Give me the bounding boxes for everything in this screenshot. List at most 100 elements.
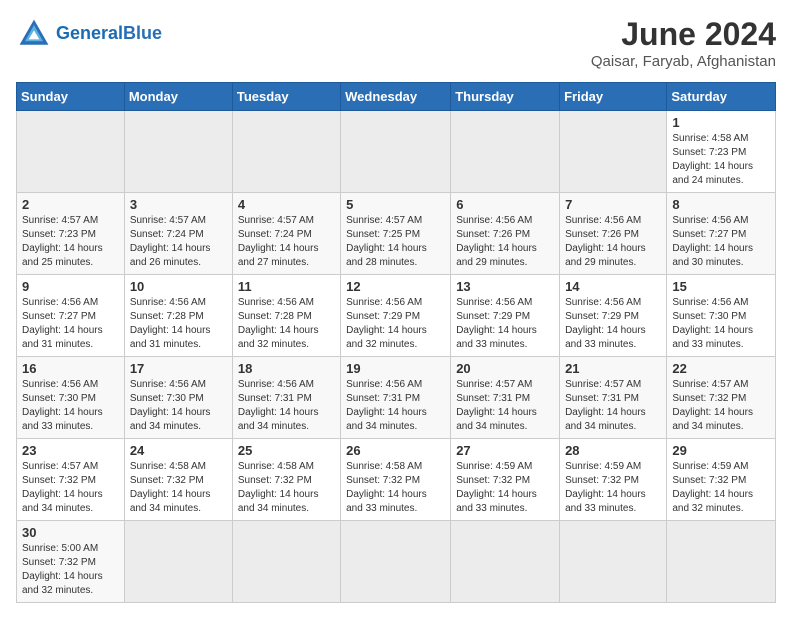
calendar-cell: 27 Sunrise: 4:59 AM Sunset: 7:32 PM Dayli… bbox=[451, 439, 560, 521]
calendar-week-row: 23 Sunrise: 4:57 AM Sunset: 7:32 PM Dayli… bbox=[17, 439, 776, 521]
calendar-cell: 16 Sunrise: 4:56 AM Sunset: 7:30 PM Dayli… bbox=[17, 357, 125, 439]
day-info: Sunrise: 4:57 AM Sunset: 7:31 PM Dayligh… bbox=[456, 378, 554, 434]
weekday-header-wednesday: Wednesday bbox=[341, 83, 451, 111]
title-block: June 2024 Qaisar, Faryab, Afghanistan bbox=[591, 16, 776, 70]
day-number: 29 bbox=[672, 443, 770, 458]
weekday-header-friday: Friday bbox=[560, 83, 667, 111]
day-number: 7 bbox=[565, 197, 661, 212]
day-info: Sunrise: 4:56 AM Sunset: 7:28 PM Dayligh… bbox=[130, 296, 227, 352]
calendar-cell: 11 Sunrise: 4:56 AM Sunset: 7:28 PM Dayli… bbox=[232, 275, 340, 357]
day-number: 5 bbox=[346, 197, 445, 212]
day-info: Sunrise: 4:57 AM Sunset: 7:32 PM Dayligh… bbox=[672, 378, 770, 434]
day-number: 25 bbox=[238, 443, 335, 458]
day-number: 24 bbox=[130, 443, 227, 458]
calendar-cell: 29Sunrise: 4:59 AM Sunset: 7:32 PM Dayli… bbox=[667, 439, 776, 521]
calendar-cell: 3 Sunrise: 4:57 AM Sunset: 7:24 PM Daylig… bbox=[124, 193, 232, 275]
calendar-cell: 1Sunrise: 4:58 AM Sunset: 7:23 PM Daylig… bbox=[667, 111, 776, 193]
day-number: 21 bbox=[565, 361, 661, 376]
day-info: Sunrise: 4:56 AM Sunset: 7:27 PM Dayligh… bbox=[22, 296, 119, 352]
day-info: Sunrise: 4:56 AM Sunset: 7:26 PM Dayligh… bbox=[565, 214, 661, 270]
day-number: 26 bbox=[346, 443, 445, 458]
calendar-cell: 19 Sunrise: 4:56 AM Sunset: 7:31 PM Dayli… bbox=[341, 357, 451, 439]
weekday-header-tuesday: Tuesday bbox=[232, 83, 340, 111]
calendar-cell: 17 Sunrise: 4:56 AM Sunset: 7:30 PM Dayli… bbox=[124, 357, 232, 439]
day-number: 18 bbox=[238, 361, 335, 376]
month-year: June 2024 bbox=[591, 16, 776, 53]
logo-blue: Blue bbox=[123, 23, 162, 43]
calendar-cell bbox=[232, 111, 340, 193]
day-number: 3 bbox=[130, 197, 227, 212]
calendar-cell bbox=[124, 521, 232, 603]
calendar-cell: 18 Sunrise: 4:56 AM Sunset: 7:31 PM Dayli… bbox=[232, 357, 340, 439]
day-number: 27 bbox=[456, 443, 554, 458]
calendar-cell bbox=[667, 521, 776, 603]
day-number: 28 bbox=[565, 443, 661, 458]
weekday-header-saturday: Saturday bbox=[667, 83, 776, 111]
day-number: 15 bbox=[672, 279, 770, 294]
calendar-cell bbox=[17, 111, 125, 193]
calendar-cell: 10 Sunrise: 4:56 AM Sunset: 7:28 PM Dayli… bbox=[124, 275, 232, 357]
day-info: Sunrise: 4:56 AM Sunset: 7:26 PM Dayligh… bbox=[456, 214, 554, 270]
day-info: Sunrise: 4:56 AM Sunset: 7:31 PM Dayligh… bbox=[346, 378, 445, 434]
calendar-cell: 5Sunrise: 4:57 AM Sunset: 7:25 PM Daylig… bbox=[341, 193, 451, 275]
calendar-cell bbox=[451, 521, 560, 603]
weekday-header-sunday: Sunday bbox=[17, 83, 125, 111]
day-info: Sunrise: 4:57 AM Sunset: 7:24 PM Dayligh… bbox=[130, 214, 227, 270]
day-info: Sunrise: 4:56 AM Sunset: 7:29 PM Dayligh… bbox=[346, 296, 445, 352]
calendar-cell bbox=[124, 111, 232, 193]
weekday-header-thursday: Thursday bbox=[451, 83, 560, 111]
day-number: 23 bbox=[22, 443, 119, 458]
day-info: Sunrise: 4:58 AM Sunset: 7:32 PM Dayligh… bbox=[238, 460, 335, 516]
calendar-cell bbox=[560, 111, 667, 193]
day-number: 16 bbox=[22, 361, 119, 376]
calendar-week-row: 30Sunrise: 5:00 AM Sunset: 7:32 PM Dayli… bbox=[17, 521, 776, 603]
weekday-header-row: SundayMondayTuesdayWednesdayThursdayFrid… bbox=[17, 83, 776, 111]
calendar-week-row: 1Sunrise: 4:58 AM Sunset: 7:23 PM Daylig… bbox=[17, 111, 776, 193]
calendar-cell: 7 Sunrise: 4:56 AM Sunset: 7:26 PM Daylig… bbox=[560, 193, 667, 275]
calendar-cell: 26Sunrise: 4:58 AM Sunset: 7:32 PM Dayli… bbox=[341, 439, 451, 521]
day-number: 4 bbox=[238, 197, 335, 212]
calendar-cell: 30Sunrise: 5:00 AM Sunset: 7:32 PM Dayli… bbox=[17, 521, 125, 603]
day-info: Sunrise: 4:56 AM Sunset: 7:28 PM Dayligh… bbox=[238, 296, 335, 352]
calendar-cell bbox=[232, 521, 340, 603]
calendar-cell: 24Sunrise: 4:58 AM Sunset: 7:32 PM Dayli… bbox=[124, 439, 232, 521]
day-info: Sunrise: 4:59 AM Sunset: 7:32 PM Dayligh… bbox=[565, 460, 661, 516]
day-info: Sunrise: 4:56 AM Sunset: 7:30 PM Dayligh… bbox=[22, 378, 119, 434]
calendar-cell bbox=[451, 111, 560, 193]
day-number: 20 bbox=[456, 361, 554, 376]
day-number: 12 bbox=[346, 279, 445, 294]
calendar-table: SundayMondayTuesdayWednesdayThursdayFrid… bbox=[16, 82, 776, 603]
calendar-week-row: 2Sunrise: 4:57 AM Sunset: 7:23 PM Daylig… bbox=[17, 193, 776, 275]
calendar-cell: 15 Sunrise: 4:56 AM Sunset: 7:30 PM Dayli… bbox=[667, 275, 776, 357]
location: Qaisar, Faryab, Afghanistan bbox=[591, 53, 776, 70]
calendar-cell: 4Sunrise: 4:57 AM Sunset: 7:24 PM Daylig… bbox=[232, 193, 340, 275]
day-info: Sunrise: 4:56 AM Sunset: 7:29 PM Dayligh… bbox=[456, 296, 554, 352]
calendar-cell: 22 Sunrise: 4:57 AM Sunset: 7:32 PM Dayli… bbox=[667, 357, 776, 439]
day-number: 10 bbox=[130, 279, 227, 294]
day-number: 13 bbox=[456, 279, 554, 294]
day-info: Sunrise: 4:56 AM Sunset: 7:30 PM Dayligh… bbox=[672, 296, 770, 352]
calendar-cell: 6 Sunrise: 4:56 AM Sunset: 7:26 PM Daylig… bbox=[451, 193, 560, 275]
day-info: Sunrise: 4:57 AM Sunset: 7:32 PM Dayligh… bbox=[22, 460, 119, 516]
calendar-cell: 23 Sunrise: 4:57 AM Sunset: 7:32 PM Dayli… bbox=[17, 439, 125, 521]
calendar-cell bbox=[341, 521, 451, 603]
calendar-cell: 8Sunrise: 4:56 AM Sunset: 7:27 PM Daylig… bbox=[667, 193, 776, 275]
calendar-cell: 13 Sunrise: 4:56 AM Sunset: 7:29 PM Dayli… bbox=[451, 275, 560, 357]
calendar-cell bbox=[341, 111, 451, 193]
day-info: Sunrise: 4:56 AM Sunset: 7:29 PM Dayligh… bbox=[565, 296, 661, 352]
logo-icon bbox=[16, 16, 52, 52]
calendar-week-row: 9Sunrise: 4:56 AM Sunset: 7:27 PM Daylig… bbox=[17, 275, 776, 357]
logo: GeneralBlue bbox=[16, 16, 162, 52]
day-info: Sunrise: 4:59 AM Sunset: 7:32 PM Dayligh… bbox=[456, 460, 554, 516]
day-number: 30 bbox=[22, 525, 119, 540]
day-info: Sunrise: 4:56 AM Sunset: 7:30 PM Dayligh… bbox=[130, 378, 227, 434]
day-info: Sunrise: 4:56 AM Sunset: 7:31 PM Dayligh… bbox=[238, 378, 335, 434]
day-number: 11 bbox=[238, 279, 335, 294]
calendar-cell bbox=[560, 521, 667, 603]
day-number: 19 bbox=[346, 361, 445, 376]
day-number: 17 bbox=[130, 361, 227, 376]
day-number: 6 bbox=[456, 197, 554, 212]
day-number: 22 bbox=[672, 361, 770, 376]
day-info: Sunrise: 4:57 AM Sunset: 7:31 PM Dayligh… bbox=[565, 378, 661, 434]
day-number: 8 bbox=[672, 197, 770, 212]
